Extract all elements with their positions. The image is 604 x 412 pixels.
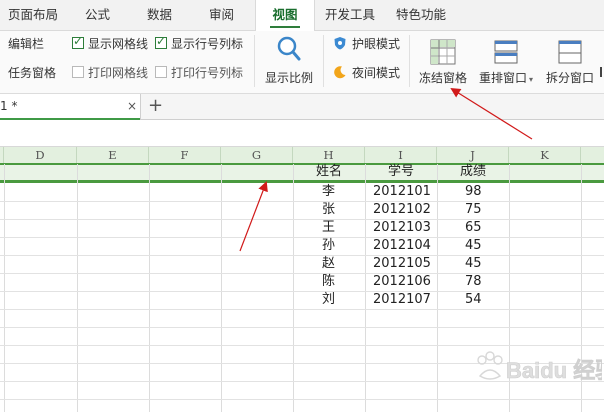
baidu-watermark: Baidu 经验 [466,348,604,388]
arrow-to-freeze-panes [450,87,533,140]
watermark-text: Baidu 经验 [506,358,602,383]
arrow-to-freeze-line [239,181,268,252]
